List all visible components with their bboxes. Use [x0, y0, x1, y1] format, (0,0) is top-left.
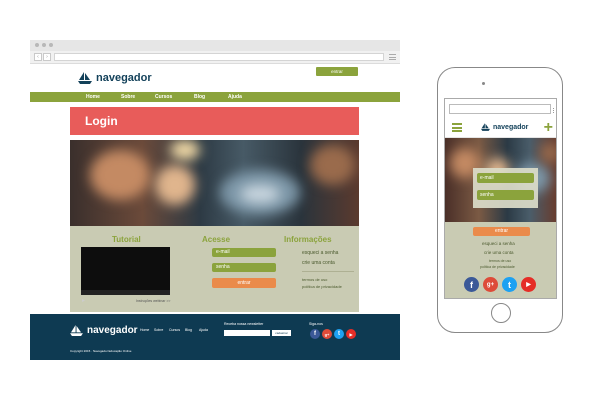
login-submit-button[interactable]: entrar — [212, 278, 276, 288]
footer-logo[interactable]: navegador — [70, 325, 138, 336]
footer-nav-blog[interactable]: Blog — [185, 328, 192, 332]
mobile-header: navegador + — [445, 119, 556, 138]
googleplus-icon[interactable]: g+ — [322, 329, 332, 339]
login-content-panel: Tutorial Instruções webinar >> Acesse e-… — [70, 226, 359, 312]
facebook-icon[interactable]: f — [310, 329, 320, 339]
footer-social-links: f g+ t ▶ — [310, 329, 356, 339]
nav-ajuda[interactable]: Ajuda — [228, 92, 242, 102]
nav-blog[interactable]: Blog — [194, 92, 205, 102]
follow-label: Siga-nos — [309, 322, 323, 326]
sailboat-icon — [70, 325, 83, 336]
mobile-forgot-password-link[interactable]: esqueci a senha — [482, 241, 515, 246]
hero-image — [70, 140, 359, 226]
twitter-icon[interactable]: t — [334, 329, 344, 339]
forgot-password-link[interactable]: esqueci a senha — [302, 250, 338, 256]
mobile-login-card: e-mail senha — [473, 168, 538, 208]
window-controls[interactable] — [35, 43, 53, 47]
password-field[interactable]: senha — [212, 263, 276, 272]
mobile-privacy-link[interactable]: política de privacidade — [480, 265, 515, 269]
googleplus-icon[interactable]: g+ — [483, 277, 498, 292]
youtube-icon[interactable]: ▶ — [521, 277, 536, 292]
browser-titlebar — [30, 40, 400, 51]
phone-home-button[interactable] — [491, 303, 511, 323]
browser-toolbar: ‹ › — [30, 51, 400, 64]
video-caption-link[interactable]: Instruções webinar >> — [136, 299, 170, 303]
newsletter-submit-button[interactable]: cadastrar — [272, 330, 291, 336]
desktop-browser-window: ‹ › navegador entrar Home Sobre Cursos B… — [30, 40, 400, 360]
site-header: navegador entrar — [30, 64, 400, 92]
terms-link[interactable]: termos de uso — [302, 277, 327, 282]
mobile-brand-name: navegador — [493, 123, 529, 131]
info-heading: Informações — [284, 235, 332, 244]
mobile-email-field[interactable]: e-mail — [477, 173, 534, 183]
browser-menu-icon[interactable] — [389, 54, 396, 60]
mobile-address-bar[interactable] — [449, 104, 554, 114]
facebook-icon[interactable]: f — [464, 277, 479, 292]
mobile-social-links: f g+ t ▶ — [464, 277, 536, 292]
page-title-banner: Login — [70, 107, 359, 135]
email-field[interactable]: e-mail — [212, 248, 276, 257]
main-nav: Home Sobre Cursos Blog Ajuda — [30, 92, 400, 102]
footer-nav-ajuda[interactable]: Ajuda — [199, 328, 208, 332]
acesse-heading: Acesse — [202, 235, 231, 244]
plus-icon[interactable]: + — [544, 119, 553, 137]
nav-home[interactable]: Home — [86, 92, 100, 102]
hamburger-menu-icon[interactable] — [452, 123, 462, 132]
nav-sobre[interactable]: Sobre — [121, 92, 135, 102]
mobile-create-account-link[interactable]: crie uma conta — [484, 250, 514, 255]
footer-nav-sobre[interactable]: Sobre — [154, 328, 163, 332]
mobile-login-submit-button[interactable]: entrar — [473, 227, 530, 236]
tutorial-heading: Tutorial — [112, 235, 141, 244]
address-bar[interactable] — [54, 53, 384, 61]
footer-brand-name: navegador — [87, 325, 138, 336]
phone-speaker — [481, 83, 521, 84]
site-footer: navegador Home Sobre Cursos Blog Ajuda R… — [30, 314, 400, 360]
brand-name: navegador — [96, 72, 152, 84]
mobile-content-panel: entrar esqueci a senha crie uma conta te… — [445, 222, 556, 298]
page-title: Login — [85, 114, 118, 128]
back-icon[interactable]: ‹ — [34, 53, 42, 61]
site-logo[interactable]: navegador — [78, 72, 152, 84]
copyright-text: Copyright 2015 · Navegador Educação Onli… — [70, 349, 132, 353]
newsletter-email-input[interactable] — [224, 330, 270, 336]
mobile-phone-frame: navegador + e-mail senha entrar esqueci … — [437, 67, 563, 333]
header-login-button[interactable]: entrar — [316, 67, 358, 76]
newsletter-label: Receba nossa newsletter — [224, 322, 264, 326]
sailboat-icon — [481, 123, 490, 131]
create-account-link[interactable]: crie uma conta — [302, 260, 335, 266]
mockup-stage: ‹ › navegador entrar Home Sobre Cursos B… — [0, 0, 600, 400]
tutorial-video[interactable] — [81, 247, 170, 295]
footer-nav-home[interactable]: Home — [140, 328, 149, 332]
footer-nav-cursos[interactable]: Cursos — [169, 328, 180, 332]
info-divider — [302, 271, 354, 272]
mobile-password-field[interactable]: senha — [477, 190, 534, 200]
video-controls[interactable] — [81, 290, 170, 302]
privacy-link[interactable]: política de privacidade — [302, 284, 342, 289]
mobile-screen: navegador + e-mail senha entrar esqueci … — [444, 98, 557, 299]
forward-icon[interactable]: › — [43, 53, 51, 61]
youtube-icon[interactable]: ▶ — [346, 329, 356, 339]
sailboat-icon — [78, 72, 92, 84]
play-icon[interactable] — [81, 298, 86, 303]
twitter-icon[interactable]: t — [502, 277, 517, 292]
mobile-logo[interactable]: navegador — [481, 123, 528, 131]
nav-cursos[interactable]: Cursos — [155, 92, 172, 102]
mobile-terms-link[interactable]: termos de uso — [489, 259, 511, 263]
